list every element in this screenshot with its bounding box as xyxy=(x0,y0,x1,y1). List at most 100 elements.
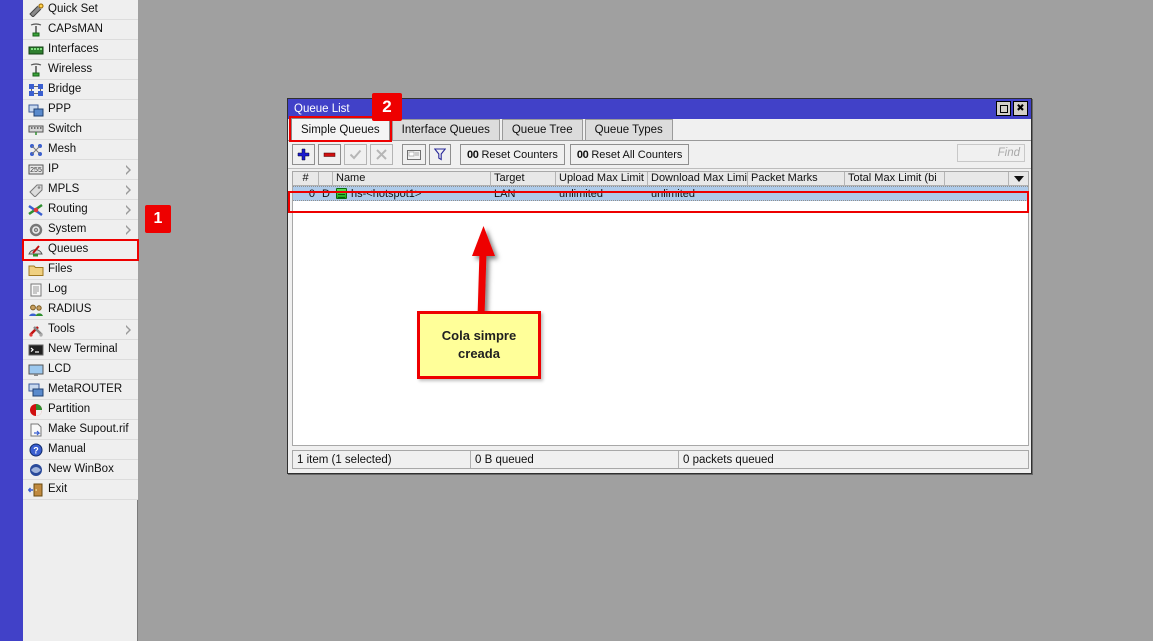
sidebar-item-interfaces[interactable]: Interfaces xyxy=(23,40,138,60)
queue-toolbar[interactable]: 00 Reset Counters 00 Reset All Counters … xyxy=(288,141,1031,169)
routing-icon xyxy=(27,202,44,218)
sidebar-item-mpls[interactable]: MPLS xyxy=(23,180,138,200)
maximize-icon xyxy=(1000,105,1008,113)
sidebar-item-new-winbox[interactable]: New WinBox xyxy=(23,460,138,480)
find-input[interactable]: Find xyxy=(957,144,1025,162)
table-body[interactable]: 0Dhs-<hotspot1>LANunlimitedunlimited xyxy=(293,186,1028,201)
sidebar-item-files[interactable]: Files xyxy=(23,260,138,280)
queue-table[interactable]: # NameTargetUpload Max LimitDownload Max … xyxy=(292,171,1029,446)
sidebar-item-label: IP xyxy=(48,163,59,176)
sidebar-item-label: Tools xyxy=(48,323,75,336)
sidebar-item-log[interactable]: Log xyxy=(23,280,138,300)
winbox-sidebar: Quick Set CAPsMAN Interfaces Wireless Bridge… xyxy=(0,0,138,641)
tab-strip[interactable]: Simple QueuesInterface QueuesQueue TreeQ… xyxy=(288,119,1031,141)
sidebar-item-routing[interactable]: Routing xyxy=(23,200,138,220)
filter-button[interactable] xyxy=(429,144,451,165)
remove-queue-button[interactable] xyxy=(318,144,341,165)
sidebar-item-bridge[interactable]: Bridge xyxy=(23,80,138,100)
sidebar-item-quick-set[interactable]: Quick Set xyxy=(23,0,138,20)
step-marker-2-label: 2 xyxy=(382,97,391,117)
cell-index: 0 xyxy=(293,187,319,200)
sidebar-item-mesh[interactable]: Mesh xyxy=(23,140,138,160)
table-row[interactable]: 0Dhs-<hotspot1>LANunlimitedunlimited xyxy=(293,186,1028,201)
sidebar-item-label: CAPsMAN xyxy=(48,23,103,36)
queue-list-window: Queue List ✖ Simple QueuesInterface Queu… xyxy=(287,98,1032,474)
system-icon xyxy=(27,222,44,238)
add-queue-button[interactable] xyxy=(292,144,315,165)
column-header-flags[interactable] xyxy=(319,172,333,186)
sidebar-item-queues[interactable]: Queues xyxy=(23,240,138,260)
column-header-total-max-limit-bi[interactable]: Total Max Limit (bi xyxy=(845,172,945,186)
window-title: Queue List xyxy=(294,103,350,115)
plus-icon xyxy=(297,148,310,161)
sidebar-item-label: System xyxy=(48,223,86,236)
column-header-download-max-limit[interactable]: Download Max Limit xyxy=(648,172,748,186)
close-button[interactable]: ✖ xyxy=(1013,101,1028,116)
sidebar-item-lcd[interactable]: LCD xyxy=(23,360,138,380)
sidebar-item-metarouter[interactable]: MetaROUTER xyxy=(23,380,138,400)
tab-queue-tree[interactable]: Queue Tree xyxy=(502,119,583,140)
sidebar-item-radius[interactable]: RADIUS xyxy=(23,300,138,320)
sidebar-item-system[interactable]: System xyxy=(23,220,138,240)
sidebar-item-make-supout-rif[interactable]: Make Supout.rif xyxy=(23,420,138,440)
column-chooser-button[interactable] xyxy=(1008,172,1028,185)
sidebar-accent-bar xyxy=(0,0,23,641)
column-header-[interactable]: # xyxy=(293,172,319,186)
svg-text:255: 255 xyxy=(30,167,42,174)
tab-simple-queues[interactable]: Simple Queues xyxy=(291,118,390,140)
table-header-row[interactable]: # NameTargetUpload Max LimitDownload Max … xyxy=(293,172,1028,186)
disable-queue-button[interactable] xyxy=(370,144,393,165)
minus-icon xyxy=(323,148,336,161)
reset-all-counters-button[interactable]: 00 Reset All Counters xyxy=(570,144,690,165)
sidebar-item-label: Bridge xyxy=(48,83,81,96)
log-icon xyxy=(27,282,44,298)
lcd-icon xyxy=(27,362,44,378)
status-bytes-queued: 0 B queued xyxy=(471,451,679,468)
sidebar-item-ip[interactable]: 255 IP xyxy=(23,160,138,180)
comment-button[interactable] xyxy=(402,144,426,165)
submenu-arrow-icon xyxy=(126,325,131,335)
reset-all-counters-badge: 00 xyxy=(577,149,588,161)
sidebar-item-new-terminal[interactable]: New Terminal xyxy=(23,340,138,360)
sidebar-item-exit[interactable]: Exit xyxy=(23,480,138,500)
manual-icon: ? xyxy=(27,442,44,458)
step-marker-1: 1 xyxy=(145,205,171,233)
column-header-target[interactable]: Target xyxy=(491,172,556,186)
step-marker-2: 2 xyxy=(372,93,402,121)
tab-queue-types[interactable]: Queue Types xyxy=(585,119,673,140)
tools-icon xyxy=(27,322,44,338)
column-header-packet-marks[interactable]: Packet Marks xyxy=(748,172,845,186)
enable-queue-button[interactable] xyxy=(344,144,367,165)
mpls-icon xyxy=(27,182,44,198)
exit-icon xyxy=(27,482,44,498)
cell-name: hs-<hotspot1> xyxy=(333,187,491,200)
column-header-name[interactable]: Name xyxy=(333,172,491,186)
sidebar-item-partition[interactable]: Partition xyxy=(23,400,138,420)
cell-target: LAN xyxy=(491,187,556,200)
column-header-upload-max-limit[interactable]: Upload Max Limit xyxy=(556,172,648,186)
sidebar-item-label: Quick Set xyxy=(48,3,98,16)
sidebar-item-capsman[interactable]: CAPsMAN xyxy=(23,20,138,40)
tab-interface-queues[interactable]: Interface Queues xyxy=(392,119,500,140)
sidebar-item-label: Wireless xyxy=(48,63,92,76)
sidebar-item-tools[interactable]: Tools xyxy=(23,320,138,340)
sidebar-item-manual[interactable]: ? Manual xyxy=(23,440,138,460)
status-bar: 1 item (1 selected) 0 B queued 0 packets… xyxy=(292,450,1029,469)
sidebar-item-label: MetaROUTER xyxy=(48,383,122,396)
sidebar-item-label: LCD xyxy=(48,363,71,376)
maximize-button[interactable] xyxy=(996,101,1011,116)
sidebar-item-label: PPP xyxy=(48,103,71,116)
window-controls: ✖ xyxy=(996,101,1028,116)
submenu-arrow-icon xyxy=(126,225,131,235)
files-icon xyxy=(27,262,44,278)
sidebar-item-wireless[interactable]: Wireless xyxy=(23,60,138,80)
sidebar-item-label: Manual xyxy=(48,443,86,456)
sidebar-item-switch[interactable]: Switch xyxy=(23,120,138,140)
reset-counters-button[interactable]: 00 Reset Counters xyxy=(460,144,565,165)
sidebar-item-label: Interfaces xyxy=(48,43,99,56)
sidebar-menu-list[interactable]: Quick Set CAPsMAN Interfaces Wireless Bridge… xyxy=(23,0,138,500)
sidebar-item-label: Queues xyxy=(48,243,88,256)
sidebar-item-ppp[interactable]: PPP xyxy=(23,100,138,120)
annotation-text: Cola simpre creada xyxy=(442,327,516,363)
sidebar-item-label: Files xyxy=(48,263,72,276)
